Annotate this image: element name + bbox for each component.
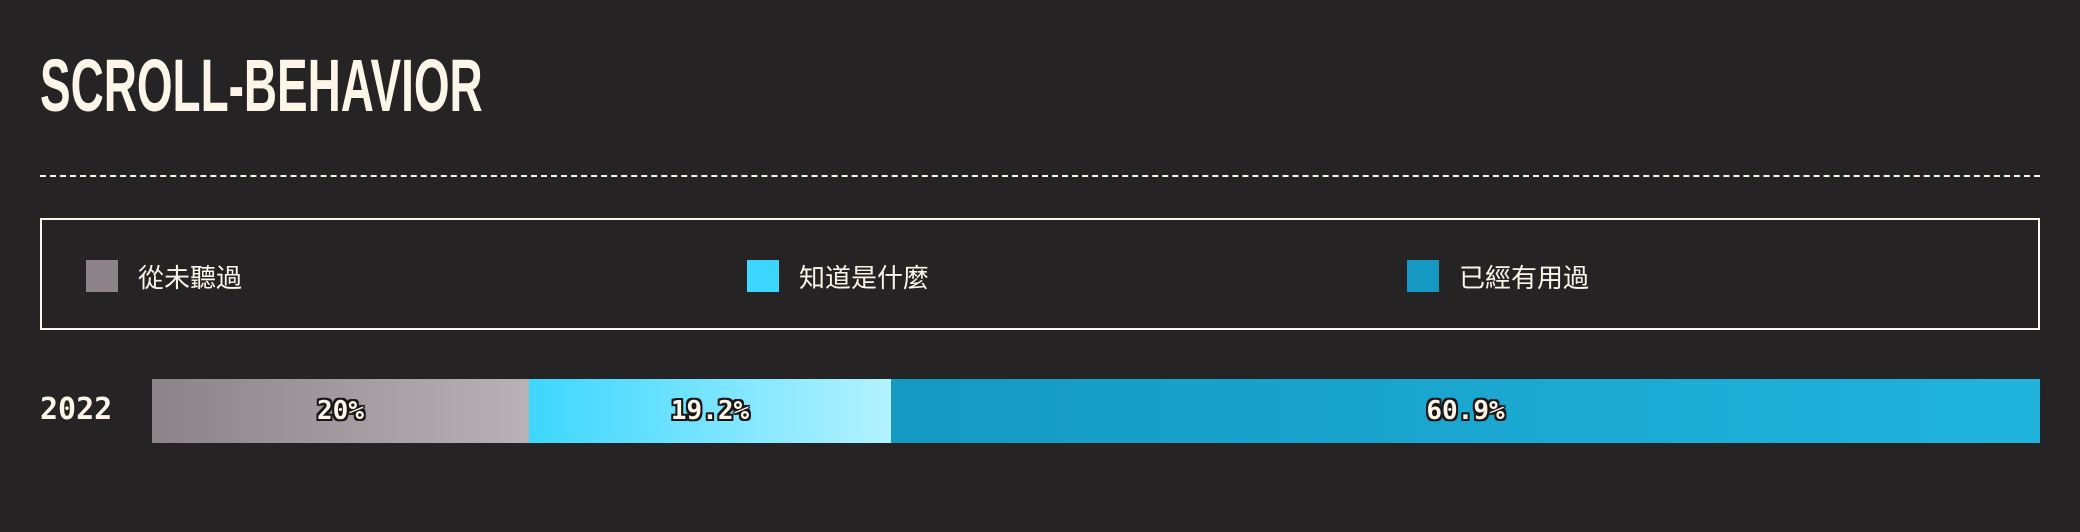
stacked-bar-2022: 20% 19.2% 60.9% <box>152 379 2040 443</box>
bar-segment-never-heard: 20% <box>152 379 529 443</box>
legend-item-never-heard: 從未聽過 <box>86 260 242 294</box>
legend-label-never-heard: 從未聽過 <box>138 263 243 294</box>
category-label-2022: 2022 <box>40 392 113 427</box>
bar-segment-know-what-it-is: 19.2% <box>529 379 891 443</box>
legend-swatch-have-used <box>1407 260 1439 292</box>
legend-label-know-what-it-is: 知道是什麼 <box>799 263 930 294</box>
legend-item-have-used: 已經有用過 <box>1407 260 1589 294</box>
dashed-divider <box>40 175 2040 177</box>
bar-segment-have-used: 60.9% <box>891 379 2040 443</box>
legend-swatch-know-what-it-is <box>747 260 779 292</box>
chart-legend: 從未聽過 知道是什麼 已經有用過 <box>40 218 2040 330</box>
page-title: SCROLL-BEHAVIOR <box>40 44 483 127</box>
data-label-have-used: 60.9% <box>1426 396 1505 426</box>
legend-swatch-never-heard <box>86 260 118 292</box>
data-label-never-heard: 20% <box>317 396 364 426</box>
legend-label-have-used: 已經有用過 <box>1459 263 1590 294</box>
data-label-know-what-it-is: 19.2% <box>670 396 750 426</box>
legend-item-know-what-it-is: 知道是什麼 <box>747 260 929 294</box>
